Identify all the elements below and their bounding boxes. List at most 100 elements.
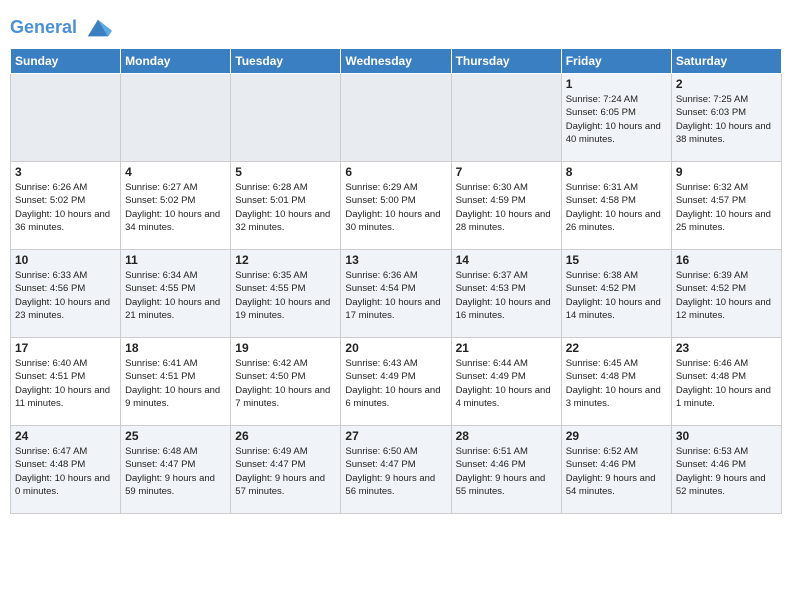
day-info: Sunrise: 6:51 AM Sunset: 4:46 PM Dayligh… [456,445,557,498]
day-number: 22 [566,341,667,355]
calendar-week-row: 24 Sunrise: 6:47 AM Sunset: 4:48 PM Dayli… [11,426,782,514]
day-number: 9 [676,165,777,179]
day-info: Sunrise: 6:52 AM Sunset: 4:46 PM Dayligh… [566,445,667,498]
calendar-cell: 5 Sunrise: 6:28 AM Sunset: 5:01 PM Daylig… [231,162,341,250]
day-number: 10 [15,253,116,267]
day-info: Sunrise: 6:47 AM Sunset: 4:48 PM Dayligh… [15,445,116,498]
day-number: 30 [676,429,777,443]
day-number: 4 [125,165,226,179]
day-info: Sunrise: 6:30 AM Sunset: 4:59 PM Dayligh… [456,181,557,234]
day-number: 16 [676,253,777,267]
calendar-week-row: 1 Sunrise: 7:24 AM Sunset: 6:05 PM Daylig… [11,74,782,162]
calendar-cell: 16 Sunrise: 6:39 AM Sunset: 4:52 PM Dayli… [671,250,781,338]
day-info: Sunrise: 6:49 AM Sunset: 4:47 PM Dayligh… [235,445,336,498]
day-info: Sunrise: 6:46 AM Sunset: 4:48 PM Dayligh… [676,357,777,410]
day-number: 1 [566,77,667,91]
day-number: 19 [235,341,336,355]
calendar-cell: 10 Sunrise: 6:33 AM Sunset: 4:56 PM Dayli… [11,250,121,338]
day-info: Sunrise: 6:28 AM Sunset: 5:01 PM Dayligh… [235,181,336,234]
day-number: 25 [125,429,226,443]
day-info: Sunrise: 6:26 AM Sunset: 5:02 PM Dayligh… [15,181,116,234]
day-number: 26 [235,429,336,443]
day-number: 28 [456,429,557,443]
calendar-week-row: 10 Sunrise: 6:33 AM Sunset: 4:56 PM Dayli… [11,250,782,338]
calendar-header-tuesday: Tuesday [231,49,341,74]
day-info: Sunrise: 6:32 AM Sunset: 4:57 PM Dayligh… [676,181,777,234]
day-number: 11 [125,253,226,267]
calendar-cell: 13 Sunrise: 6:36 AM Sunset: 4:54 PM Dayli… [341,250,451,338]
day-info: Sunrise: 6:42 AM Sunset: 4:50 PM Dayligh… [235,357,336,410]
calendar-table: SundayMondayTuesdayWednesdayThursdayFrid… [10,48,782,514]
calendar-week-row: 3 Sunrise: 6:26 AM Sunset: 5:02 PM Daylig… [11,162,782,250]
calendar-week-row: 17Sunrise: 6:40 AM Sunset: 4:51 PM Dayli… [11,338,782,426]
day-number: 13 [345,253,446,267]
day-info: Sunrise: 6:43 AM Sunset: 4:49 PM Dayligh… [345,357,446,410]
day-number: 5 [235,165,336,179]
calendar-cell [451,74,561,162]
day-info: Sunrise: 6:45 AM Sunset: 4:48 PM Dayligh… [566,357,667,410]
day-info: Sunrise: 6:53 AM Sunset: 4:46 PM Dayligh… [676,445,777,498]
calendar-header-wednesday: Wednesday [341,49,451,74]
day-info: Sunrise: 6:41 AM Sunset: 4:51 PM Dayligh… [125,357,226,410]
calendar-cell: 20 Sunrise: 6:43 AM Sunset: 4:49 PM Dayli… [341,338,451,426]
calendar-cell [121,74,231,162]
day-number: 7 [456,165,557,179]
day-number: 23 [676,341,777,355]
day-number: 12 [235,253,336,267]
calendar-cell: 21 Sunrise: 6:44 AM Sunset: 4:49 PM Dayli… [451,338,561,426]
calendar-header-saturday: Saturday [671,49,781,74]
day-number: 24 [15,429,116,443]
calendar-cell: 26 Sunrise: 6:49 AM Sunset: 4:47 PM Dayli… [231,426,341,514]
calendar-cell: 27 Sunrise: 6:50 AM Sunset: 4:47 PM Dayli… [341,426,451,514]
calendar-cell [231,74,341,162]
calendar-cell: 11 Sunrise: 6:34 AM Sunset: 4:55 PM Dayli… [121,250,231,338]
logo: General [10,14,112,42]
calendar-cell: 7 Sunrise: 6:30 AM Sunset: 4:59 PM Daylig… [451,162,561,250]
day-number: 21 [456,341,557,355]
calendar-cell: 6 Sunrise: 6:29 AM Sunset: 5:00 PM Daylig… [341,162,451,250]
calendar-cell: 15Sunrise: 6:38 AM Sunset: 4:52 PM Dayli… [561,250,671,338]
day-info: Sunrise: 7:24 AM Sunset: 6:05 PM Dayligh… [566,93,667,146]
day-number: 18 [125,341,226,355]
day-info: Sunrise: 6:36 AM Sunset: 4:54 PM Dayligh… [345,269,446,322]
day-info: Sunrise: 6:27 AM Sunset: 5:02 PM Dayligh… [125,181,226,234]
calendar-header-friday: Friday [561,49,671,74]
day-number: 29 [566,429,667,443]
calendar-header-row: SundayMondayTuesdayWednesdayThursdayFrid… [11,49,782,74]
calendar-cell: 4 Sunrise: 6:27 AM Sunset: 5:02 PM Daylig… [121,162,231,250]
calendar-body: 1 Sunrise: 7:24 AM Sunset: 6:05 PM Daylig… [11,74,782,514]
calendar-cell: 17Sunrise: 6:40 AM Sunset: 4:51 PM Dayli… [11,338,121,426]
calendar-cell: 29 Sunrise: 6:52 AM Sunset: 4:46 PM Dayli… [561,426,671,514]
calendar-cell: 1 Sunrise: 7:24 AM Sunset: 6:05 PM Daylig… [561,74,671,162]
calendar-cell: 19 Sunrise: 6:42 AM Sunset: 4:50 PM Dayli… [231,338,341,426]
day-info: Sunrise: 6:38 AM Sunset: 4:52 PM Dayligh… [566,269,667,322]
day-number: 2 [676,77,777,91]
calendar-cell: 24 Sunrise: 6:47 AM Sunset: 4:48 PM Dayli… [11,426,121,514]
day-info: Sunrise: 6:48 AM Sunset: 4:47 PM Dayligh… [125,445,226,498]
calendar-cell: 30 Sunrise: 6:53 AM Sunset: 4:46 PM Dayli… [671,426,781,514]
calendar-cell: 9 Sunrise: 6:32 AM Sunset: 4:57 PM Daylig… [671,162,781,250]
day-info: Sunrise: 6:44 AM Sunset: 4:49 PM Dayligh… [456,357,557,410]
day-info: Sunrise: 6:39 AM Sunset: 4:52 PM Dayligh… [676,269,777,322]
day-number: 6 [345,165,446,179]
day-info: Sunrise: 6:34 AM Sunset: 4:55 PM Dayligh… [125,269,226,322]
day-info: Sunrise: 6:29 AM Sunset: 5:00 PM Dayligh… [345,181,446,234]
calendar-cell: 28 Sunrise: 6:51 AM Sunset: 4:46 PM Dayli… [451,426,561,514]
calendar-cell: 22 Sunrise: 6:45 AM Sunset: 4:48 PM Dayli… [561,338,671,426]
day-info: Sunrise: 6:33 AM Sunset: 4:56 PM Dayligh… [15,269,116,322]
day-number: 3 [15,165,116,179]
calendar-cell: 23 Sunrise: 6:46 AM Sunset: 4:48 PM Dayli… [671,338,781,426]
calendar-header-thursday: Thursday [451,49,561,74]
day-number: 27 [345,429,446,443]
logo-text: General [10,14,112,42]
calendar-header-sunday: Sunday [11,49,121,74]
calendar-cell: 12Sunrise: 6:35 AM Sunset: 4:55 PM Dayli… [231,250,341,338]
calendar-cell: 18 Sunrise: 6:41 AM Sunset: 4:51 PM Dayli… [121,338,231,426]
day-info: Sunrise: 6:50 AM Sunset: 4:47 PM Dayligh… [345,445,446,498]
day-number: 20 [345,341,446,355]
calendar-cell: 25 Sunrise: 6:48 AM Sunset: 4:47 PM Dayli… [121,426,231,514]
calendar-cell: 2Sunrise: 7:25 AM Sunset: 6:03 PM Daylig… [671,74,781,162]
header: General [10,10,782,42]
calendar-cell: 8Sunrise: 6:31 AM Sunset: 4:58 PM Daylig… [561,162,671,250]
calendar-cell [341,74,451,162]
